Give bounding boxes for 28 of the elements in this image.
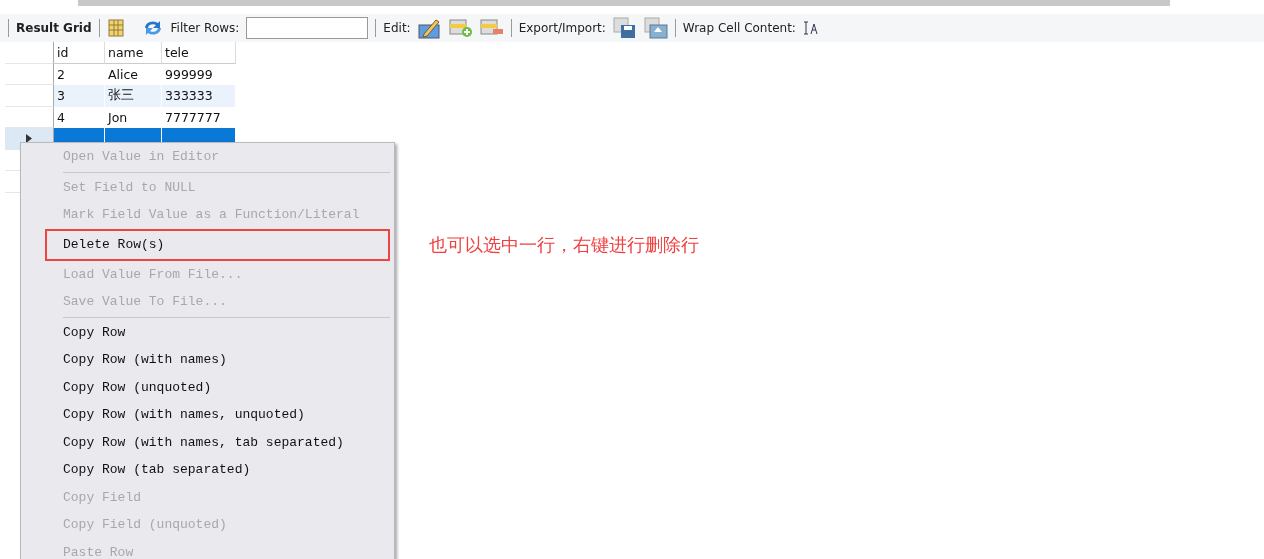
menu-item[interactable]: Copy Row (tab separated) bbox=[63, 462, 251, 478]
filter-label: Filter Rows: bbox=[170, 21, 240, 35]
import-icon[interactable] bbox=[643, 17, 668, 39]
column-header[interactable]: name bbox=[105, 42, 162, 64]
wrap-text-icon[interactable] bbox=[802, 20, 819, 36]
table-cell: 3 bbox=[54, 85, 105, 107]
column-header[interactable]: id bbox=[54, 42, 105, 64]
filter-field[interactable] bbox=[246, 17, 369, 39]
toolbar-title: Result Grid bbox=[16, 21, 92, 35]
menu-item[interactable]: Copy Row (with names, unquoted) bbox=[63, 407, 305, 423]
menu-item[interactable]: Copy Row (with names, tab separated) bbox=[63, 434, 344, 450]
delete-row-icon[interactable] bbox=[479, 18, 504, 38]
menu-item[interactable]: Copy Row (with names) bbox=[63, 352, 227, 368]
menu-item[interactable]: Delete Row(s) bbox=[45, 228, 390, 261]
add-row-icon[interactable] bbox=[448, 18, 473, 38]
grid-icon[interactable] bbox=[106, 19, 125, 37]
annotation-text: 也可以选中一行，右键进行删除行 bbox=[429, 233, 699, 257]
table-cell: 333333 bbox=[162, 85, 236, 107]
save-icon[interactable] bbox=[612, 17, 637, 39]
edit-label: Edit: bbox=[383, 21, 411, 35]
menu-item[interactable]: Copy Row bbox=[63, 324, 126, 340]
current-row-icon bbox=[26, 133, 32, 143]
column-header[interactable]: tele bbox=[162, 42, 236, 64]
table-cell: 张三 bbox=[105, 85, 162, 107]
menu-item[interactable]: Copy Row (unquoted) bbox=[63, 379, 212, 395]
pencil-icon[interactable] bbox=[417, 17, 442, 39]
export-label: Export/Import: bbox=[518, 21, 606, 35]
wrap-label: Wrap Cell Content: bbox=[682, 21, 796, 35]
